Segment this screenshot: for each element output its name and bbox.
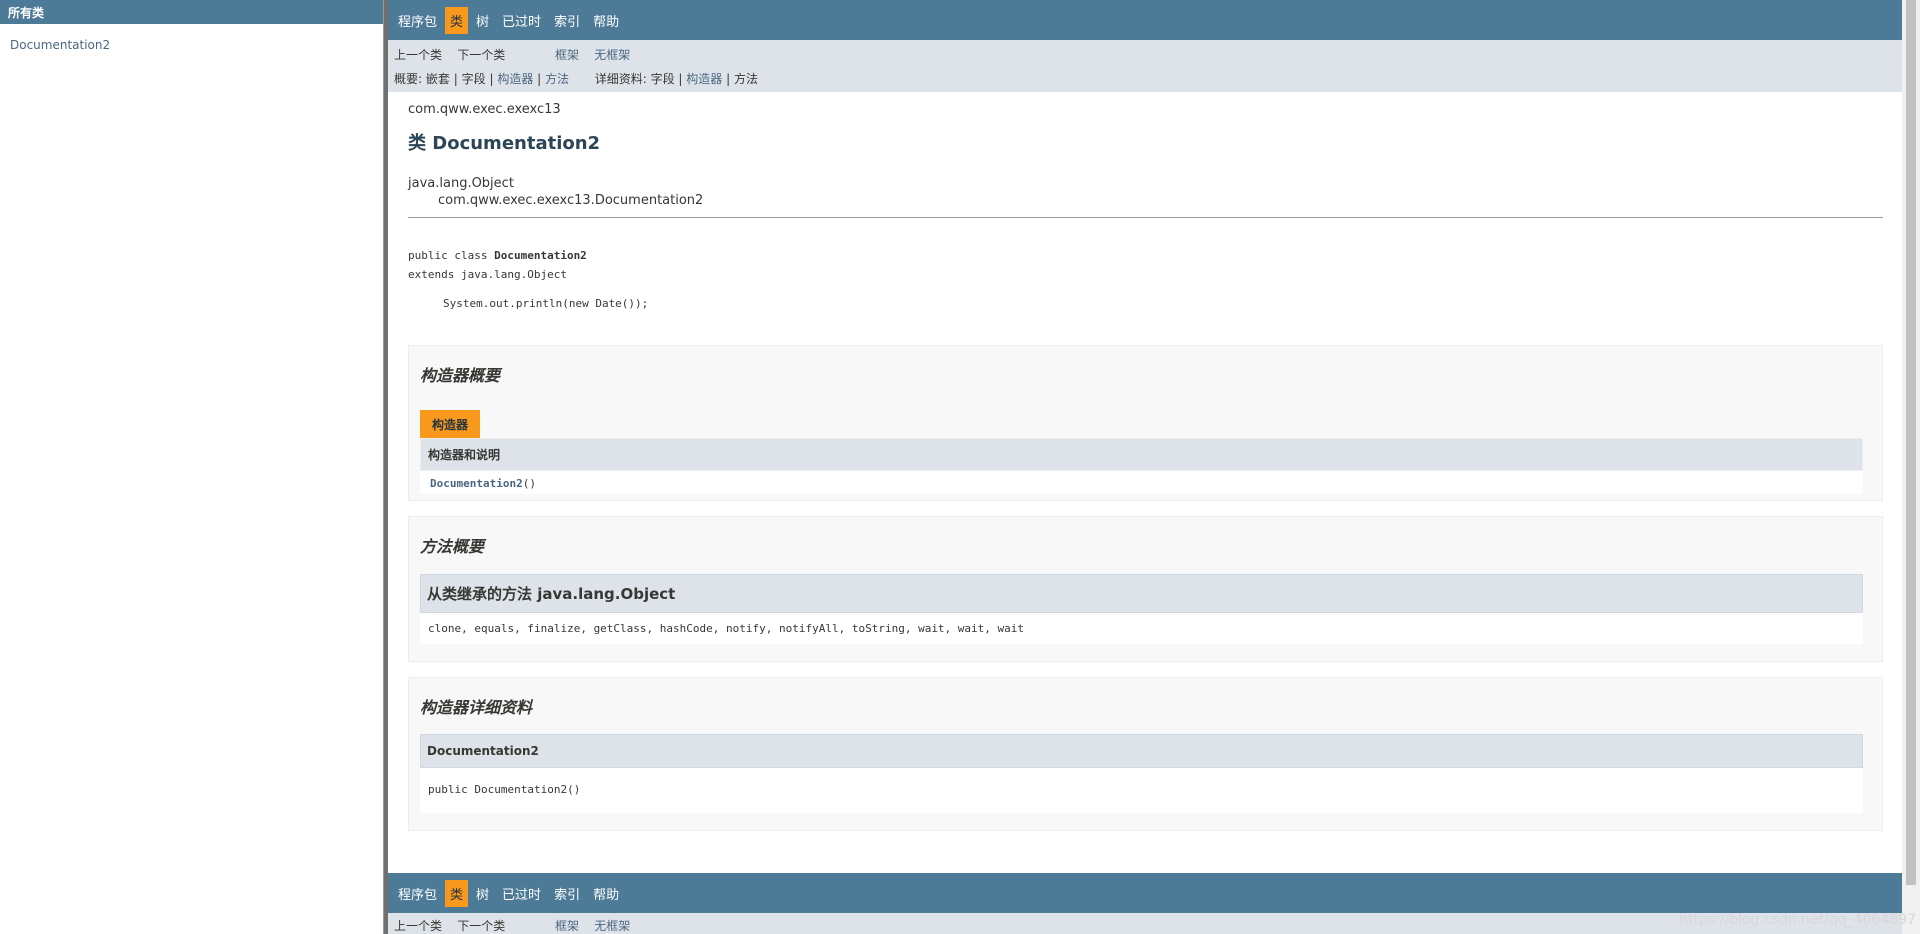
inherited-methods-header: 从类继承的方法 java.lang.Object <box>420 574 1863 613</box>
constructor-column-header: 构造器和说明 <box>420 438 1863 471</box>
nav-index[interactable]: 索引 <box>549 7 585 34</box>
all-classes-heading: 所有类 <box>0 0 383 24</box>
bottom-sub-nav: 上一个类 下一个类 框架 无框架 <box>388 913 1902 934</box>
inheritance-root: java.lang.Object <box>408 176 514 191</box>
bottom-nav-help[interactable]: 帮助 <box>588 880 624 907</box>
method-summary-title: 方法概要 <box>420 537 485 556</box>
detail-method: 方法 <box>734 72 759 86</box>
inherited-methods-list[interactable]: clone, equals, finalize, getClass, hashC… <box>420 613 1863 644</box>
constructor-summary-title: 构造器概要 <box>420 366 501 385</box>
summary-method-link[interactable]: 方法 <box>545 72 569 86</box>
constructor-signature: public Documentation2() <box>420 768 1863 813</box>
nav-help[interactable]: 帮助 <box>588 7 624 34</box>
bottom-prev-class-label: 上一个类 <box>394 919 443 933</box>
bottom-nav-class: 类 <box>445 879 469 907</box>
inheritance-tree: java.lang.Object com.qww.exec.exexc13.Do… <box>408 175 1883 209</box>
class-frame: 程序包 类 树 已过时 索引 帮助 上一个类 下一个类 框架 无框架 概要: 嵌… <box>388 0 1902 934</box>
class-name: Documentation2 <box>494 249 587 262</box>
bottom-nav: 程序包 类 树 已过时 索引 帮助 上一个类 下一个类 框架 无框架 <box>388 873 1902 934</box>
page-title: 类 Documentation2 <box>408 133 601 154</box>
method-summary: 方法概要 从类继承的方法 java.lang.Object clone, equ… <box>408 516 1883 662</box>
watermark-text: https://blog.csdn.net/qq_4064897 <box>1679 912 1916 928</box>
summary-constructor-link[interactable]: 构造器 <box>497 72 533 86</box>
class-content: com.qww.exec.exexc13 类 Documentation2 ja… <box>388 92 1902 831</box>
bottom-nav-deprecated[interactable]: 已过时 <box>497 880 546 907</box>
next-class-label: 下一个类 <box>457 48 506 62</box>
all-classes-frame: 所有类 Documentation2 <box>0 0 384 934</box>
vertical-scrollbar[interactable] <box>1902 0 1920 934</box>
extends-clause: extends java.lang.Object <box>408 268 567 281</box>
detail-constructor-link[interactable]: 构造器 <box>686 72 722 86</box>
class-declaration: public class Documentation2 extends java… <box>408 246 1883 284</box>
bottom-nav-index[interactable]: 索引 <box>549 880 585 907</box>
no-frames-link[interactable]: 无框架 <box>594 48 630 62</box>
bottom-nav-tree[interactable]: 树 <box>471 880 494 907</box>
inheritance-child: com.qww.exec.exexc13.Documentation2 <box>438 193 704 208</box>
bottom-nav-bar: 程序包 类 树 已过时 索引 帮助 <box>388 873 1902 913</box>
nav-tree[interactable]: 树 <box>471 7 494 34</box>
nav-deprecated[interactable]: 已过时 <box>497 7 546 34</box>
constructor-link[interactable]: Documentation2 <box>430 477 523 490</box>
nav-class: 类 <box>445 6 469 34</box>
package-name: com.qww.exec.exexc13 <box>408 102 561 117</box>
bottom-no-frames-link[interactable]: 无框架 <box>594 919 630 933</box>
divider <box>408 217 1883 218</box>
sub-nav: 上一个类 下一个类 框架 无框架 概要: 嵌套 | 字段 | 构造器 | 方法 … <box>388 40 1902 92</box>
class-link-documentation2[interactable]: Documentation2 <box>0 24 383 52</box>
constructor-detail-header: Documentation2 <box>420 734 1863 768</box>
summary-label: 概要: <box>394 72 423 86</box>
top-nav-bar: 程序包 类 树 已过时 索引 帮助 <box>388 0 1902 40</box>
class-comment: System.out.println(new Date()); <box>443 297 649 310</box>
detail-field: 字段 <box>650 72 675 86</box>
scrollbar-thumb[interactable] <box>1906 0 1916 885</box>
bottom-nav-package[interactable]: 程序包 <box>393 880 442 907</box>
detail-label: 详细资料: <box>594 72 647 86</box>
summary-nested: 嵌套 <box>425 72 450 86</box>
nav-package[interactable]: 程序包 <box>393 7 442 34</box>
constructor-detail-title: 构造器详细资料 <box>420 698 533 717</box>
constructor-caption-tab: 构造器 <box>420 410 481 438</box>
frames-link[interactable]: 框架 <box>555 48 579 62</box>
constructor-detail: 构造器详细资料 Documentation2 public Documentat… <box>408 677 1883 831</box>
constructor-summary: 构造器概要 构造器 构造器和说明 Documentation2() <box>408 345 1883 501</box>
bottom-frames-link[interactable]: 框架 <box>555 919 579 933</box>
summary-field: 字段 <box>461 72 486 86</box>
bottom-next-class-label: 下一个类 <box>457 919 506 933</box>
table-row: Documentation2() <box>420 471 1863 494</box>
prev-class-label: 上一个类 <box>394 48 443 62</box>
